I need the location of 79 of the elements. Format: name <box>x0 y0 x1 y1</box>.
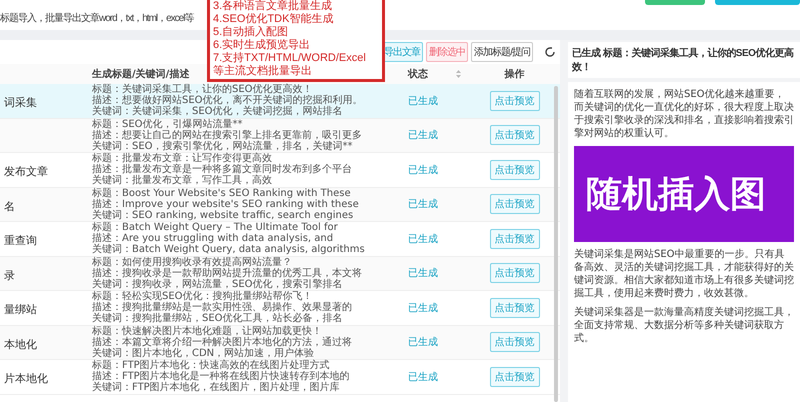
preview-button[interactable]: 点击预览 <box>490 160 540 180</box>
table-cell-text: 描述：本篇文章将介绍一种解决图片本地化的方法，通过将 <box>92 336 353 348</box>
table-cell: 词采集 <box>4 96 37 110</box>
table-cell-text: 标题：Boost Your Website's SEO Ranking with These <box>92 188 352 199</box>
table-cell-text: 关键词：SEO，搜索引擎优化，网站流量，排名，关键词** <box>92 140 354 152</box>
table-row[interactable]: 本地化 标题：快速解决图片本地化难题，让网站加载更快！ 描述：本篇文章将介绍一种解决图片本地化的方法，通过将 关键词：图片本地化，CDN，网站加速，用户体验 已生成 点击预览 <box>0 326 560 360</box>
preview-button[interactable]: 点击预览 <box>490 263 540 284</box>
feature-item: 5.自动插入配图 <box>213 26 288 38</box>
table-cell-text: 描述：Are you struggling with data analysis, and <box>92 233 334 244</box>
table-cell-text: 标题：SEO优化，引爆网站流量** <box>92 118 243 130</box>
preview-button[interactable]: 点击预览 <box>490 125 540 146</box>
table-cell: 本地化 <box>4 338 37 351</box>
table-cell-text: 关键词：批量发布文章，写作工具，高效 <box>92 175 273 186</box>
status-text: 已生成 <box>408 164 438 177</box>
table-cell-text: 描述：想要做好网站SEO优化，离不开关键词的挖掘和利用。 <box>92 95 364 106</box>
status-text: 已生成 <box>408 232 438 246</box>
table-cell-text: 描述：想要让自己的网站在搜索引擎上排名更靠前，吸引更多 <box>92 130 363 141</box>
table-cell-text: 关键词：关键词采集，SEO优化，关键词挖掘，网站排名 <box>92 106 344 118</box>
table-cell-text: 描述：搜狗批量绑站是一款实用性强、易操作、效果显著的 <box>92 302 353 314</box>
status-text: 已生成 <box>408 128 438 142</box>
feature-item: 4.SEO优化TDK智能生成 <box>213 13 334 26</box>
table-cell-text: 描述：Improve your website's SEO ranking with these <box>92 198 360 210</box>
table-row[interactable]: 名 标题：Boost Your Website's SEO Ranking with These 描述：Improve your website's SEO ranking with these 关键词：SEO ranking, website traffic, search engines 已生成 点击预览 <box>0 188 560 222</box>
column-header: 状态 <box>408 68 428 81</box>
paragraph: 关键词采集器是一款海量高精度关键词挖掘工具，全面支持常规、大数据分析等多种关键词获取方式。 <box>574 306 794 345</box>
column-header: 生成标题/关键词/描述 <box>92 69 190 80</box>
table-cell-text: 标题：快速解决图片本地化难题，让网站加载更快！ <box>92 326 322 337</box>
toolbar-button[interactable] <box>645 0 705 5</box>
sort-icon[interactable] <box>456 70 461 78</box>
preview-button[interactable]: 点击预览 <box>490 228 540 249</box>
status-text: 已生成 <box>408 302 438 315</box>
preview-button[interactable]: 点击预览 <box>490 298 540 318</box>
paragraph: 随着互联网的发展，网站SEO优化越来越重要，而关键词的优化一直优化的好坏，很大程度上取决于搜索引擎收录的深浅和排名，直接影响着搜索引擎对网站的权重认可。 <box>574 88 794 140</box>
table-cell: 名 <box>4 200 15 213</box>
table-cell: 片本地化 <box>4 372 48 386</box>
table-cell-text: 关键词：FTP图片本地化，在线图片，图片处理，图片库 <box>92 382 341 394</box>
toolbar-button[interactable]: 添加标题/提问 <box>471 42 533 62</box>
table-cell: 量绑站 <box>4 303 37 316</box>
intro-text: 标题导入，批量导出文章word，txt，html，excel等 <box>0 12 194 25</box>
feature-item: 6.实时生成预览导出 <box>213 39 310 52</box>
table-cell-text: 标题：关键词采集工具，让你的SEO优化更高效！ <box>92 84 313 96</box>
banner-text: 随机插入图 <box>586 172 766 216</box>
preview-button[interactable]: 点击预览 <box>490 366 540 387</box>
status-text: 已生成 <box>408 266 438 280</box>
table-cell-text: 关键词：SEO ranking, website traffic, search engines <box>92 210 354 221</box>
table-cell-text: 关键词：Batch Weight Query, data analysis, algorithms <box>92 244 366 256</box>
table-row[interactable]: 词采集 标题：关键词采集工具，让你的SEO优化更高效！ 描述：想要做好网站SEO优化，离不开关键词的挖掘和利用。 关键词：关键词采集，SEO优化，关键词挖掘，网站排名 已生成 点击预览 <box>0 84 560 118</box>
table-cell: 发布文章 <box>4 165 48 178</box>
table-cell-text: 描述：FTP图片本地化是一种将在线图片快速转存到本地的 <box>92 371 351 382</box>
toolbar-button[interactable] <box>715 0 800 5</box>
refresh-icon[interactable] <box>544 46 556 58</box>
table-cell-text: 描述：搜狗收录是一款帮助网站提升流量的优秀工具，本文将 <box>92 268 363 279</box>
table-cell-text: 标题：Batch Weight Query – The Ultimate Tool for <box>92 222 339 234</box>
toolbar-button[interactable]: 删除选中 <box>426 42 468 62</box>
preview-button[interactable]: 点击预览 <box>490 194 540 214</box>
feature-item: 等主流文档批量导出 <box>213 65 312 78</box>
table-cell-text: 描述：批量发布文章是一种将多篇文章同时发布到多个平台 <box>92 164 353 176</box>
preview-button[interactable]: 点击预览 <box>490 90 540 111</box>
preview-header: 已生成 标题：关键词采集工具，让你的SEO优化更高效！ <box>568 42 800 78</box>
status-text: 已生成 <box>408 94 438 108</box>
table-row[interactable]: 标题：SEO优化，引爆网站流量** 描述：想要让自己的网站在搜索引擎上排名更靠前，吸引更多 关键词：SEO，搜索引擎优化，网站流量，排名，关键词** 已生成 点击预览 <box>0 118 560 153</box>
feature-item: 7.支持TXT/HTML/WORD/Excel <box>213 52 366 64</box>
table-cell: 重查询 <box>4 234 37 248</box>
table-cell: 录 <box>4 268 15 282</box>
table-cell-text: 关键词：搜狗批量绑站，SEO优化工具，站长必备，排名 <box>92 313 344 324</box>
status-text: 已生成 <box>408 336 438 350</box>
preview-button[interactable]: 点击预览 <box>490 332 540 352</box>
table-cell-text: 标题：FTP图片本地化：快速高效的在线图片处理方式 <box>92 360 330 372</box>
status-text: 已生成 <box>408 198 438 212</box>
table-row[interactable]: 录 标题：如何使用搜狗收录有效提高网站流量？ 描述：搜狗收录是一款帮助网站提升流量的优秀工具，本文将 关键词：搜狗收录，网站流量，SEO优化，搜索引擎排名 已生成 点击预览 <box>0 256 560 291</box>
column-header: 操作 <box>504 68 524 81</box>
table-cell-text: 关键词：图片本地化，CDN，网站加速，用户体验 <box>92 348 316 359</box>
table-cell-text: 关键词：搜狗收录，网站流量，SEO优化，搜索引擎排名 <box>92 278 344 290</box>
table-cell-text: 标题：批量发布文章：让写作变得更高效 <box>92 153 272 164</box>
table-cell-text: 标题：轻松实现SEO优化：搜狗批量绑站帮你飞！ <box>92 291 313 302</box>
paragraph: 关键词采集是网站SEO中最重要的一步。只有具备高效、灵活的关键词挖掘工具，才能获得好的关键词资源。相信大家都知道市场上有很多关键词挖掘工具，使用起来费时费力，收效甚微。 <box>574 248 794 300</box>
status-text: 已生成 <box>408 370 438 384</box>
table-cell-text: 标题：如何使用搜狗收录有效提高网站流量？ <box>92 256 292 268</box>
feature-item: 3.各种语言文章批量生成 <box>213 0 332 13</box>
